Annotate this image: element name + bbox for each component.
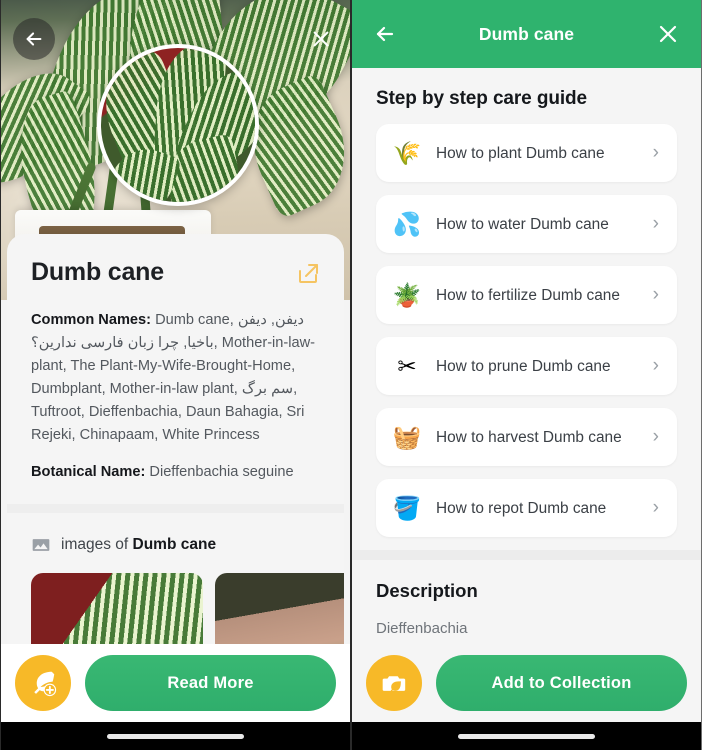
section-title: Step by step care guide [376, 88, 587, 109]
identify-plant-fab[interactable] [15, 655, 71, 711]
back-button[interactable] [13, 18, 55, 60]
guide-item-label: How to prune Dumb cane [436, 357, 611, 375]
close-icon [313, 31, 329, 47]
repot-bucket-icon: 🪣 [392, 494, 422, 521]
guide-item-plant[interactable]: 🌾 How to plant Dumb cane › [376, 124, 677, 182]
home-indicator[interactable] [458, 733, 595, 739]
guide-item-fertilize[interactable]: 🪴 How to fertilize Dumb cane › [376, 266, 677, 324]
common-names-value: Dumb cane, دیفن, دیفن باخیا, چرا زبان فا… [31, 312, 316, 443]
photo-leaf-icon [382, 676, 406, 692]
harvest-basket-icon: 🧺 [392, 423, 422, 450]
chevron-right-icon: › [652, 142, 659, 163]
guide-item-repot[interactable]: 🪣 How to repot Dumb cane › [376, 479, 677, 537]
images-plant-name: Dumb cane [132, 536, 217, 553]
section-divider [352, 550, 701, 560]
guide-item-prune[interactable]: ✂ How to prune Dumb cane › [376, 337, 677, 395]
images-section-header: images of Dumb cane [31, 535, 320, 555]
guide-item-label: How to fertilize Dumb cane [436, 286, 620, 304]
app-bar: Dumb cane [352, 0, 701, 68]
guide-item-label: How to repot Dumb cane [436, 499, 607, 517]
add-to-collection-button[interactable]: Add to Collection [436, 655, 687, 711]
care-guide-screen: Dumb cane Step by step care guide 🌾 How … [351, 0, 702, 750]
guide-item-harvest[interactable]: 🧺 How to harvest Dumb cane › [376, 408, 677, 466]
care-guide-scroll-area[interactable]: Step by step care guide 🌾 How to plant D… [352, 68, 701, 722]
leaf-plus-icon [34, 671, 57, 697]
water-drop-icon: 💦 [392, 210, 422, 237]
common-names-line: Common Names: Dumb cane, دیفن, دیفن باخی… [31, 309, 320, 447]
pruning-shears-icon: ✂ [397, 352, 417, 379]
guide-item-water[interactable]: 💦 How to water Dumb cane › [376, 195, 677, 253]
description-body: Dieffenbachia [376, 620, 468, 637]
arrow-left-icon [376, 26, 394, 42]
close-button[interactable] [653, 19, 683, 49]
botanical-name-line: Botanical Name: Dieffenbachia seguine [31, 461, 320, 484]
bottom-action-bar: Add to Collection [352, 644, 701, 722]
arrow-left-icon [26, 32, 42, 46]
chevron-right-icon: › [652, 284, 659, 305]
common-names-label: Common Names: [31, 312, 152, 328]
description-title: Description [376, 580, 478, 601]
page-title: Dumb cane [31, 258, 164, 286]
share-button[interactable] [296, 262, 320, 291]
plant-info-block: Common Names: Dumb cane, دیفن, دیفن باخی… [31, 309, 320, 484]
potted-sprout-icon: 🌾 [392, 139, 422, 166]
chevron-right-icon: › [652, 355, 659, 376]
botanical-name-label: Botanical Name: [31, 464, 146, 480]
home-indicator[interactable] [107, 733, 244, 739]
read-more-button[interactable]: Read More [85, 655, 336, 711]
back-button[interactable] [370, 19, 400, 49]
photo-identify-fab[interactable] [366, 655, 422, 711]
bottom-action-bar: Read More [1, 644, 350, 722]
plant-title-row: Dumb cane [31, 258, 320, 291]
app-bar-title: Dumb cane [478, 23, 575, 44]
guide-item-label: How to water Dumb cane [436, 215, 609, 233]
botanical-name-value: Dieffenbachia seguine [145, 464, 294, 480]
fertilizer-bag-icon: 🪴 [392, 281, 422, 308]
close-icon [659, 25, 677, 43]
care-guide-list: 🌾 How to plant Dumb cane › 💦 How to wate… [352, 110, 701, 537]
chevron-right-icon: › [652, 213, 659, 234]
gesture-nav-bar [1, 722, 350, 750]
identified-plant-circle [97, 44, 259, 206]
dual-screen-container: Dumb cane Common Names: Dumb cane, دیفن,… [0, 0, 702, 750]
chevron-right-icon: › [652, 426, 659, 447]
chevron-right-icon: › [652, 497, 659, 518]
plant-detail-screen: Dumb cane Common Names: Dumb cane, دیفن,… [0, 0, 351, 750]
guide-item-label: How to harvest Dumb cane [436, 428, 622, 446]
images-prefix: images of [61, 536, 133, 553]
close-button[interactable] [300, 18, 342, 60]
guide-item-label: How to plant Dumb cane [436, 144, 605, 162]
image-icon [32, 539, 50, 551]
gesture-nav-bar [352, 722, 701, 750]
share-icon [299, 264, 318, 283]
images-section-label: images of Dumb cane [61, 536, 216, 554]
section-divider [7, 504, 344, 513]
